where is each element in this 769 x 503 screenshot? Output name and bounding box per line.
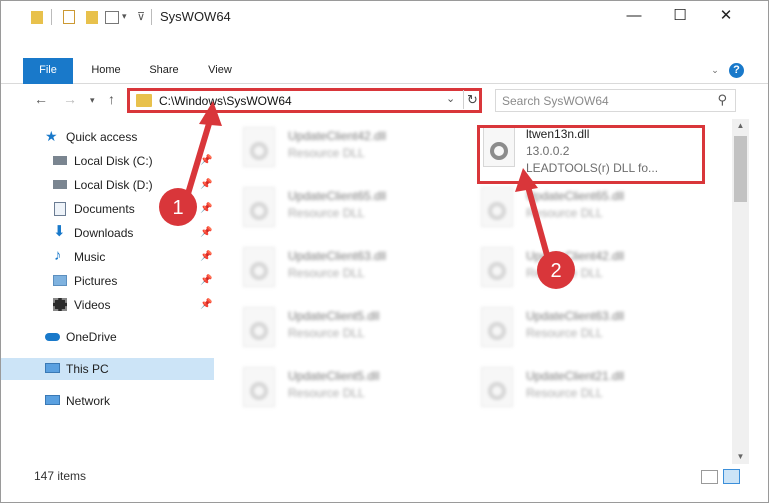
sidebar-item-quick-access[interactable]: ★ Quick access bbox=[45, 126, 205, 148]
dropdown-icon[interactable]: ▾ bbox=[122, 11, 127, 27]
drive-icon bbox=[53, 180, 67, 189]
view-menu-icon[interactable] bbox=[105, 11, 119, 24]
drive-icon bbox=[53, 156, 67, 165]
pin-icon[interactable]: 📌 bbox=[200, 155, 212, 166]
item-count: 147 items bbox=[34, 469, 87, 483]
dll-file-icon bbox=[481, 367, 513, 407]
sidebar-item-documents[interactable]: Documents bbox=[53, 198, 213, 220]
star-icon: ★ bbox=[45, 128, 58, 144]
refresh-icon[interactable]: ↻ bbox=[463, 90, 481, 109]
explorer-window: ▾ ⊽ SysWOW64 — ☐ ✕ File Home Share View … bbox=[0, 0, 769, 503]
music-icon: ♪ bbox=[54, 247, 62, 264]
properties-icon[interactable] bbox=[63, 10, 75, 24]
close-button[interactable]: ✕ bbox=[703, 1, 749, 33]
sidebar-item-onedrive[interactable]: OneDrive bbox=[45, 326, 205, 348]
pin-icon[interactable]: 📌 bbox=[200, 179, 212, 190]
dll-file-icon bbox=[243, 247, 275, 287]
large-icons-view-icon[interactable] bbox=[723, 469, 740, 484]
maximize-button[interactable]: ☐ bbox=[657, 1, 703, 33]
file-item[interactable]: UpdateClient5.dll Resource DLL bbox=[227, 301, 457, 357]
pc-icon bbox=[45, 363, 60, 373]
pictures-icon bbox=[53, 275, 67, 286]
address-dropdown-icon[interactable]: ⌄ bbox=[446, 92, 455, 105]
title-bar: ▾ ⊽ SysWOW64 — ☐ ✕ bbox=[1, 1, 768, 33]
network-icon bbox=[45, 395, 60, 405]
address-bar[interactable]: C:\Windows\SysWOW64 ⌄ ↻ bbox=[127, 88, 482, 113]
dll-file-icon bbox=[243, 307, 275, 347]
window-title: SysWOW64 bbox=[160, 9, 231, 24]
download-icon: ⬇ bbox=[53, 223, 66, 240]
videos-icon bbox=[53, 298, 67, 311]
back-arrow-icon[interactable]: ← bbox=[34, 91, 48, 107]
address-path[interactable]: C:\Windows\SysWOW64 bbox=[159, 94, 292, 108]
separator bbox=[151, 9, 152, 25]
dll-file-icon bbox=[481, 247, 513, 287]
details-view-icon[interactable] bbox=[701, 470, 718, 484]
dll-file-icon bbox=[243, 187, 275, 227]
sidebar-item-local-disk-c[interactable]: Local Disk (C:) bbox=[53, 150, 213, 172]
file-item[interactable]: UpdateClient21.dll Resource DLL bbox=[465, 361, 695, 417]
recent-locations-icon[interactable]: ▾ bbox=[90, 95, 95, 106]
pin-icon[interactable]: 📌 bbox=[200, 203, 212, 214]
folder-icon bbox=[136, 94, 152, 107]
separator bbox=[51, 9, 52, 25]
scroll-thumb[interactable] bbox=[734, 136, 747, 202]
search-icon[interactable]: ⚲ bbox=[717, 92, 727, 108]
customize-toolbar-icon[interactable]: ⊽ bbox=[137, 10, 145, 26]
vertical-scrollbar[interactable]: ▲ ▼ bbox=[732, 119, 749, 464]
documents-icon bbox=[54, 202, 66, 216]
cloud-icon bbox=[45, 333, 60, 341]
file-item[interactable]: UpdateClient65.dll Resource DLL bbox=[227, 181, 457, 237]
file-item[interactable]: UpdateClient63.dll Resource DLL bbox=[465, 301, 695, 357]
file-item[interactable]: UpdateClient65.dll Resource DLL bbox=[465, 181, 695, 237]
file-item[interactable]: UpdateClient5.dll Resource DLL bbox=[227, 361, 457, 417]
tab-view[interactable]: View bbox=[199, 58, 241, 84]
sidebar-item-this-pc[interactable]: This PC bbox=[1, 358, 214, 380]
dll-file-icon bbox=[243, 367, 275, 407]
sidebar-item-local-disk-d[interactable]: Local Disk (D:) bbox=[53, 174, 213, 196]
tab-share[interactable]: Share bbox=[143, 58, 185, 84]
file-item[interactable]: UpdateClient42.dll Resource DLL bbox=[227, 121, 457, 177]
status-bar: 147 items bbox=[1, 464, 768, 488]
pin-icon[interactable]: 📌 bbox=[200, 299, 212, 310]
sidebar-item-pictures[interactable]: Pictures bbox=[53, 270, 213, 292]
expand-ribbon-icon[interactable]: ⌄ bbox=[706, 58, 724, 84]
minimize-button[interactable]: — bbox=[611, 1, 657, 33]
scroll-up-icon[interactable]: ▲ bbox=[732, 119, 749, 133]
sidebar-item-videos[interactable]: Videos bbox=[53, 294, 213, 316]
pin-icon[interactable]: 📌 bbox=[200, 251, 212, 262]
help-button[interactable]: ? bbox=[729, 63, 744, 78]
folder-icon bbox=[31, 11, 43, 24]
sidebar-item-downloads[interactable]: ⬇ Downloads bbox=[53, 222, 213, 244]
dll-file-icon bbox=[481, 187, 513, 227]
pin-icon[interactable]: 📌 bbox=[200, 275, 212, 286]
dll-file-icon bbox=[481, 307, 513, 347]
sidebar-item-music[interactable]: ♪ Music bbox=[53, 246, 213, 268]
search-input[interactable]: Search SysWOW64 ⚲ bbox=[495, 89, 736, 112]
tab-file[interactable]: File bbox=[23, 58, 73, 84]
new-folder-icon[interactable] bbox=[86, 11, 98, 24]
file-highlight-box bbox=[477, 125, 705, 184]
search-placeholder: Search SysWOW64 bbox=[502, 94, 609, 108]
dll-file-icon bbox=[243, 127, 275, 167]
pin-icon[interactable]: 📌 bbox=[200, 227, 212, 238]
up-arrow-icon[interactable]: ↑ bbox=[108, 91, 115, 107]
scroll-down-icon[interactable]: ▼ bbox=[732, 450, 749, 464]
forward-arrow-icon[interactable]: → bbox=[63, 91, 77, 107]
file-item[interactable]: UpdateClient42.dll Resource DLL bbox=[465, 241, 695, 297]
sidebar-item-network[interactable]: Network bbox=[45, 390, 205, 412]
file-item[interactable]: UpdateClient63.dll Resource DLL bbox=[227, 241, 457, 297]
tab-home[interactable]: Home bbox=[85, 58, 127, 84]
